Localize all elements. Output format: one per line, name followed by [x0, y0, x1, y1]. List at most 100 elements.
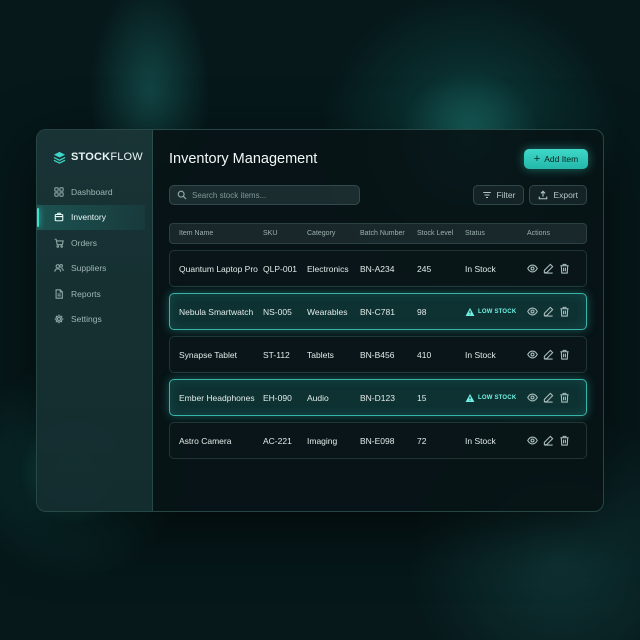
sidebar-item-settings[interactable]: Settings [37, 307, 152, 332]
box-icon [54, 212, 64, 222]
item-batch: BN-C781 [360, 306, 395, 317]
toolbar-actions: Filter Export [472, 185, 587, 205]
sidebar-item-label: Dashboard [71, 186, 113, 197]
table-row[interactable]: Astro Camera AC-221 Imaging BN-E098 72 I… [169, 422, 587, 459]
item-batch: BN-E098 [360, 435, 395, 446]
brand-logo[interactable]: STOCKFLOW [37, 149, 152, 165]
filter-icon [482, 191, 491, 199]
sidebar-nav: Dashboard Inventory Orders Suppliers Rep… [37, 179, 152, 332]
edit-icon[interactable] [543, 263, 554, 274]
eye-icon[interactable] [527, 392, 538, 403]
table-header: Item Name SKU Category Batch Number Stoc… [169, 223, 587, 244]
item-stock-level: 15 [417, 392, 427, 403]
eye-icon[interactable] [527, 349, 538, 360]
status-badge: LOW STOCK [465, 393, 527, 403]
app-window: STOCKFLOW Dashboard Inventory Orders Sup… [36, 129, 604, 512]
item-sku: EH-090 [263, 392, 292, 403]
row-actions [527, 306, 586, 317]
document-icon [55, 288, 63, 299]
sidebar-item-dashboard[interactable]: Dashboard [37, 179, 152, 204]
plus-icon: + [533, 152, 541, 165]
table-row[interactable]: Synapse Tablet ST-112 Tablets BN-B456 41… [169, 336, 587, 373]
export-label: Export [553, 190, 578, 200]
sidebar-item-inventory[interactable]: Inventory [37, 204, 145, 230]
sidebar-item-orders[interactable]: Orders [37, 230, 152, 255]
warning-icon [465, 307, 475, 316]
sidebar-item-label: Reports [71, 288, 101, 299]
status-badge: In Stock [465, 263, 496, 274]
item-name: Astro Camera [179, 435, 232, 446]
grid-icon [54, 186, 64, 197]
status-label: LOW STOCK [478, 394, 517, 401]
main-content: Inventory Management + Add Item Filter E… [153, 130, 603, 511]
page-title: Inventory Management [169, 151, 318, 167]
add-item-label: Add Item [544, 154, 579, 164]
item-sku: ST-112 [263, 349, 290, 360]
gear-icon [54, 314, 64, 324]
sidebar-item-label: Suppliers [71, 263, 107, 273]
row-actions [527, 263, 586, 274]
column-header[interactable]: Category [307, 230, 360, 237]
upload-icon [539, 190, 548, 200]
filter-button[interactable]: Filter [472, 185, 525, 205]
eye-icon[interactable] [527, 435, 538, 446]
eye-icon[interactable] [527, 306, 538, 317]
sidebar-item-suppliers[interactable]: Suppliers [37, 256, 152, 281]
users-icon [54, 264, 64, 272]
row-actions [527, 435, 586, 446]
column-header[interactable]: Status [465, 230, 527, 237]
row-actions [527, 349, 586, 360]
item-sku: NS-005 [263, 306, 292, 317]
sidebar-item-label: Orders [71, 237, 97, 248]
edit-icon[interactable] [543, 306, 554, 317]
filter-label: Filter [496, 190, 516, 200]
search-box[interactable] [169, 185, 360, 205]
item-stock-level: 410 [417, 349, 432, 360]
trash-icon[interactable] [559, 435, 570, 446]
status-label: LOW STOCK [478, 308, 517, 315]
column-header: Actions [527, 230, 550, 237]
table-row[interactable]: Ember Headphones EH-090 Audio BN-D123 15… [169, 379, 587, 416]
table-row[interactable]: Quantum Laptop Pro QLP-001 Electronics B… [169, 250, 587, 287]
export-button[interactable]: Export [529, 185, 587, 205]
sidebar-item-label: Inventory [71, 212, 106, 222]
stack-logo-icon [53, 151, 66, 164]
column-header[interactable]: SKU [263, 230, 307, 237]
brand-name: STOCKFLOW [71, 151, 143, 163]
trash-icon[interactable] [559, 392, 570, 403]
column-header[interactable]: Batch Number [360, 230, 417, 237]
sidebar-item-reports[interactable]: Reports [37, 281, 152, 306]
item-name: Nebula Smartwatch [179, 306, 254, 317]
column-header[interactable]: Stock Level [417, 230, 465, 237]
edit-icon[interactable] [543, 349, 554, 360]
item-stock-level: 245 [417, 263, 432, 274]
item-category: Imaging [307, 435, 338, 446]
trash-icon[interactable] [559, 349, 570, 360]
item-batch: BN-A234 [360, 263, 395, 274]
cart-icon [54, 238, 64, 248]
eye-icon[interactable] [527, 263, 538, 274]
inventory-table: Item Name SKU Category Batch Number Stoc… [169, 223, 587, 459]
item-batch: BN-B456 [360, 349, 395, 360]
trash-icon[interactable] [559, 306, 570, 317]
item-stock-level: 72 [417, 435, 427, 446]
search-icon [177, 190, 187, 200]
table-row[interactable]: Nebula Smartwatch NS-005 Wearables BN-C7… [169, 293, 587, 330]
warning-icon [465, 393, 475, 402]
page-header: Inventory Management + Add Item [169, 148, 588, 170]
item-batch: BN-D123 [360, 392, 395, 403]
item-category: Audio [307, 392, 329, 403]
item-name: Synapse Tablet [179, 349, 237, 360]
row-actions [527, 392, 586, 403]
search-input[interactable] [192, 190, 352, 200]
toolbar: Filter Export [169, 185, 587, 205]
edit-icon[interactable] [543, 435, 554, 446]
status-badge: In Stock [465, 349, 496, 360]
sidebar-item-label: Settings [71, 314, 102, 324]
add-item-button[interactable]: + Add Item [524, 149, 588, 169]
column-header[interactable]: Item Name [170, 230, 263, 237]
trash-icon[interactable] [559, 263, 570, 274]
status-badge: LOW STOCK [465, 307, 527, 317]
edit-icon[interactable] [543, 392, 554, 403]
item-stock-level: 98 [417, 306, 427, 317]
